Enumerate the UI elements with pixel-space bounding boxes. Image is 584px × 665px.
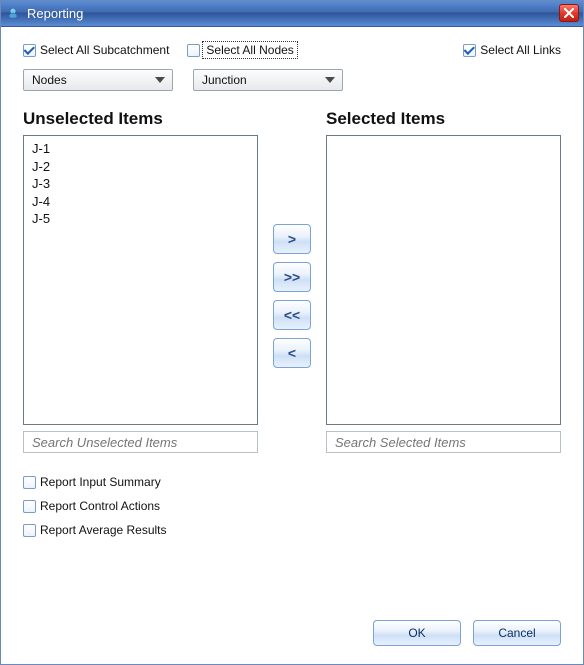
selected-search[interactable]	[326, 431, 561, 453]
checkbox-icon	[187, 44, 200, 57]
checkbox-label: Report Input Summary	[40, 475, 161, 489]
list-item[interactable]: J-4	[32, 193, 249, 211]
dropdown-row: Nodes Junction	[23, 69, 561, 91]
ok-button[interactable]: OK	[373, 620, 461, 646]
titlebar: Reporting	[1, 1, 583, 27]
category-dropdown[interactable]: Nodes	[23, 69, 173, 91]
dropdown-value: Nodes	[32, 73, 67, 87]
move-left-button[interactable]: <	[273, 338, 311, 368]
move-right-button[interactable]: >	[273, 224, 311, 254]
move-all-right-button[interactable]: >>	[273, 262, 311, 292]
checkbox-icon	[23, 44, 36, 57]
report-options: Report Input Summary Report Control Acti…	[23, 475, 561, 537]
select-all-row: Select All Subcatchment Select All Nodes…	[23, 43, 561, 57]
lists-area: Unselected Items J-1J-2J-3J-4J-5 > >> <<…	[23, 109, 561, 453]
checkbox-icon	[23, 500, 36, 513]
list-item[interactable]: J-2	[32, 158, 249, 176]
list-item[interactable]: J-3	[32, 175, 249, 193]
unselected-header: Unselected Items	[23, 109, 258, 129]
checkbox-icon	[23, 524, 36, 537]
list-item[interactable]: J-5	[32, 210, 249, 228]
unselected-search-input[interactable]	[30, 434, 251, 451]
unselected-search[interactable]	[23, 431, 258, 453]
unselected-column: Unselected Items J-1J-2J-3J-4J-5	[23, 109, 258, 453]
move-buttons-column: > >> << <	[270, 109, 314, 453]
close-button[interactable]	[559, 4, 579, 22]
move-all-left-button[interactable]: <<	[273, 300, 311, 330]
checkbox-label: Select All Subcatchment	[40, 43, 169, 57]
checkbox-label: Report Control Actions	[40, 499, 160, 513]
checkbox-icon	[23, 476, 36, 489]
dropdown-value: Junction	[202, 73, 247, 87]
select-all-subcatchment-checkbox[interactable]: Select All Subcatchment	[23, 43, 169, 57]
list-item[interactable]: J-1	[32, 140, 249, 158]
unselected-listbox[interactable]: J-1J-2J-3J-4J-5	[23, 135, 258, 425]
checkbox-label: Select All Links	[480, 43, 561, 57]
window-title: Reporting	[27, 6, 83, 21]
selected-header: Selected Items	[326, 109, 561, 129]
reporting-dialog: Reporting Select All Subcatchment Select…	[0, 0, 584, 665]
select-all-nodes-checkbox[interactable]: Select All Nodes	[187, 43, 295, 57]
checkbox-label: Report Average Results	[40, 523, 167, 537]
report-average-results-checkbox[interactable]: Report Average Results	[23, 523, 561, 537]
subtype-dropdown[interactable]: Junction	[193, 69, 343, 91]
selected-column: Selected Items	[326, 109, 561, 453]
checkbox-icon	[463, 44, 476, 57]
dialog-body: Select All Subcatchment Select All Nodes…	[1, 27, 583, 664]
selected-listbox[interactable]	[326, 135, 561, 425]
selected-search-input[interactable]	[333, 434, 554, 451]
checkbox-label: Select All Nodes	[204, 43, 295, 57]
dialog-footer: OK Cancel	[23, 602, 561, 646]
cancel-button[interactable]: Cancel	[473, 620, 561, 646]
chevron-down-icon	[322, 72, 338, 88]
report-input-summary-checkbox[interactable]: Report Input Summary	[23, 475, 561, 489]
report-control-actions-checkbox[interactable]: Report Control Actions	[23, 499, 561, 513]
app-icon	[5, 6, 21, 22]
chevron-down-icon	[152, 72, 168, 88]
select-all-links-checkbox[interactable]: Select All Links	[463, 43, 561, 57]
